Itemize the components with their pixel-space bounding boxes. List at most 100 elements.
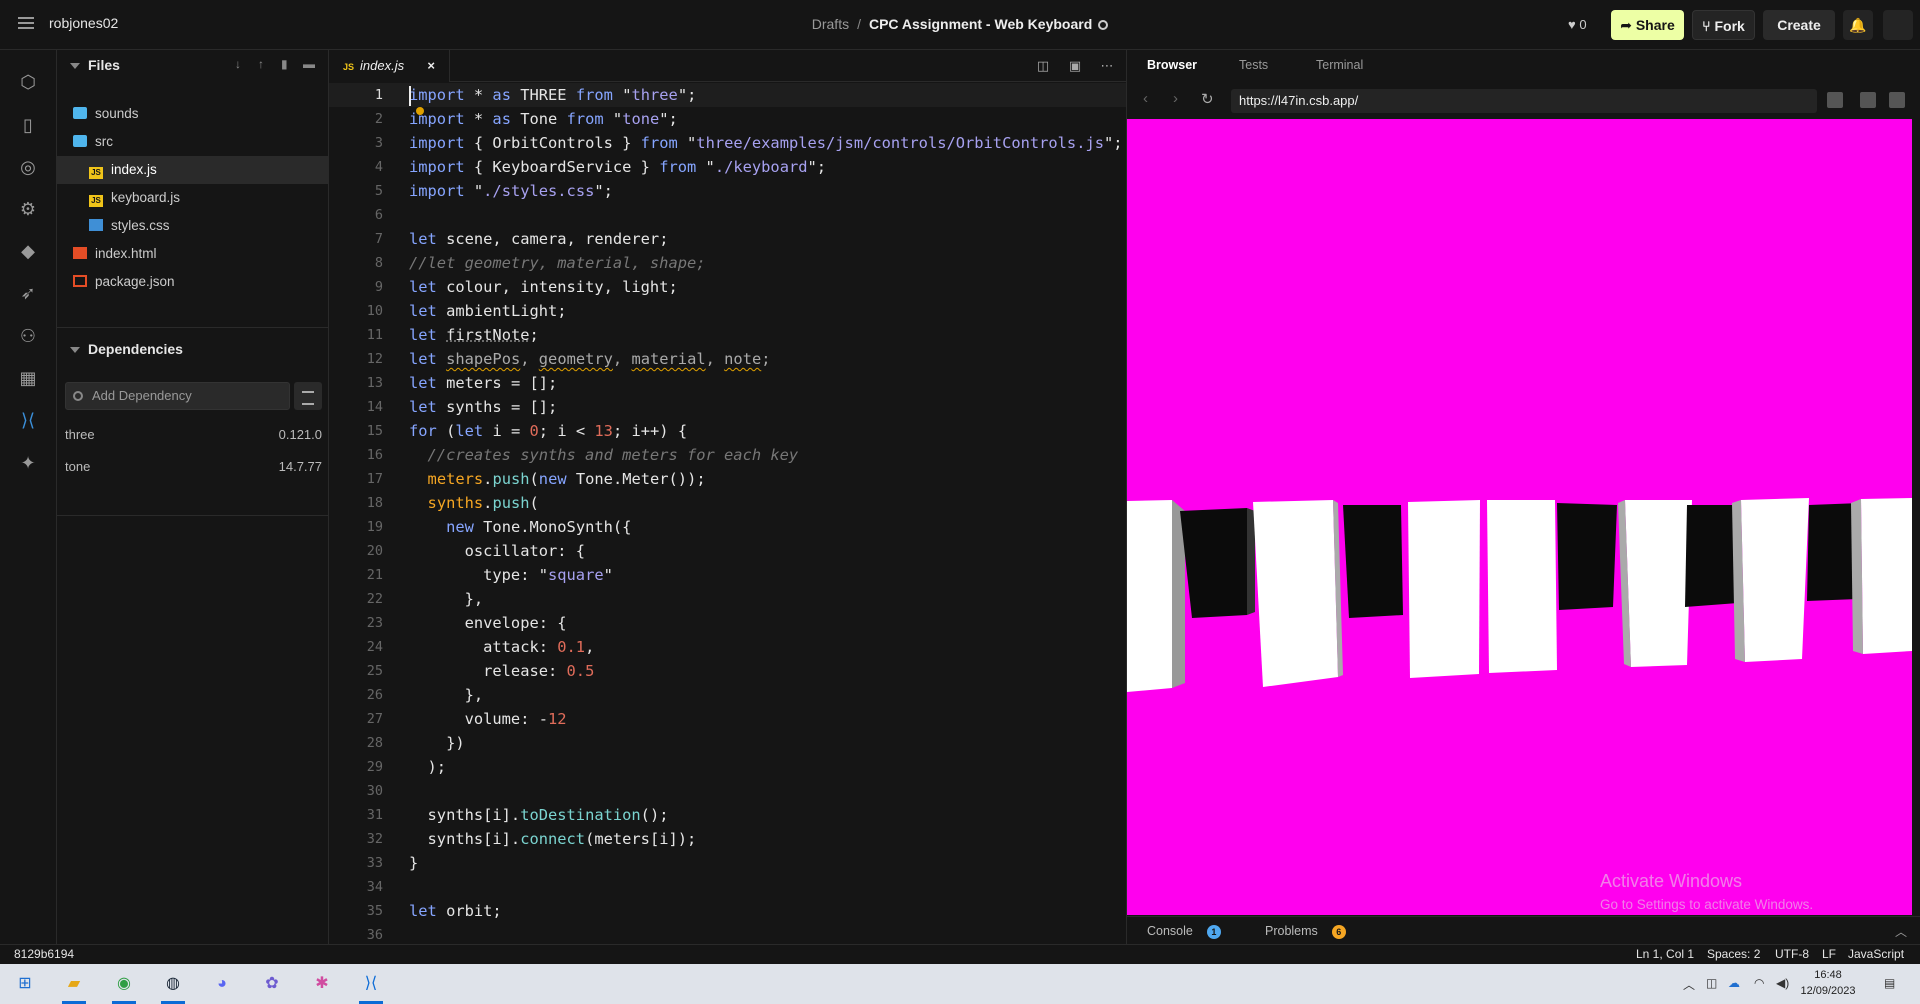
code-line[interactable]: 1 import * as THREE from "three"; — [329, 83, 1126, 107]
tray-icon[interactable]: ◫ — [1706, 976, 1717, 990]
line-ending[interactable]: LF — [1822, 945, 1836, 964]
app-icon[interactable]: ✿ — [257, 970, 287, 998]
username[interactable]: robjones02 — [49, 15, 118, 31]
code-line[interactable]: 16 //creates synths and meters for each … — [329, 443, 1126, 467]
code-line[interactable]: 22 }, — [329, 587, 1126, 611]
url-input[interactable]: https://l47in.csb.app/ — [1231, 89, 1817, 113]
volume-icon[interactable]: ◀) — [1776, 976, 1789, 990]
code-line[interactable]: 12 let shapePos, geometry, material, note… — [329, 347, 1126, 371]
dependency-row[interactable]: three 0.121.0 — [65, 423, 322, 447]
code-line[interactable]: 20 oscillator: { — [329, 539, 1126, 563]
code-line[interactable]: 4 import { KeyboardService } from "./keyb… — [329, 155, 1126, 179]
preview-icon[interactable]: ▣ — [1067, 58, 1083, 74]
code-line[interactable]: 36 — [329, 923, 1126, 944]
discord-icon[interactable]: ◕ — [207, 970, 237, 998]
dependency-row[interactable]: tone 14.7.77 — [65, 455, 322, 479]
more-icon[interactable]: ⋯ — [1099, 58, 1115, 74]
code-line[interactable]: 28 }) — [329, 731, 1126, 755]
app-icon[interactable]: ✱ — [307, 970, 337, 998]
new-file-icon[interactable]: ▮ — [281, 57, 288, 71]
refresh-icon[interactable]: ↻ — [1201, 90, 1214, 108]
dependencies-header[interactable]: Dependencies — [57, 327, 329, 363]
tab-console[interactable]: Console 1 — [1147, 924, 1221, 939]
tab-tests[interactable]: Tests — [1239, 58, 1268, 72]
gear-icon[interactable]: ⚙ — [17, 198, 39, 220]
devtools-icon[interactable] — [1827, 92, 1843, 108]
github-icon[interactable]: ◆ — [17, 240, 39, 262]
indentation[interactable]: Spaces: 2 — [1707, 945, 1760, 964]
code-line[interactable]: 35 let orbit; — [329, 899, 1126, 923]
fork-button[interactable]: ⑂ Fork — [1692, 10, 1755, 40]
sort-down-icon[interactable]: ↓ — [235, 57, 241, 71]
code-line[interactable]: 31 synths[i].toDestination(); — [329, 803, 1126, 827]
code-area[interactable]: 1 import * as THREE from "three"; 2 import… — [329, 83, 1126, 944]
code-line[interactable]: 9 let colour, intensity, light; — [329, 275, 1126, 299]
search-icon[interactable]: ◎ — [17, 156, 39, 178]
code-line[interactable]: 13 let meters = []; — [329, 371, 1126, 395]
sort-up-icon[interactable]: ↑ — [258, 57, 264, 71]
tab-index-js[interactable]: JS index.js × — [329, 50, 450, 82]
code-line[interactable]: 17 meters.push(new Tone.Meter()); — [329, 467, 1126, 491]
tab-problems[interactable]: Problems 6 — [1265, 924, 1346, 939]
file-explorer-icon[interactable]: ▰ — [59, 970, 89, 1004]
share-button[interactable]: ➦ Share — [1611, 10, 1684, 40]
users-icon[interactable]: ⚇ — [17, 325, 39, 347]
preview-canvas[interactable]: Activate Windows Go to Settings to activ… — [1127, 119, 1912, 915]
vscode-icon[interactable]: ⟩⟨ — [17, 409, 39, 431]
code-line[interactable]: 11 let firstNote; — [329, 323, 1126, 347]
back-icon[interactable]: ‹ — [1143, 90, 1148, 107]
code-line[interactable]: 24 attack: 0.1, — [329, 635, 1126, 659]
clock[interactable]: 16:48 12/09/2023 — [1798, 967, 1858, 999]
code-line[interactable]: 34 — [329, 875, 1126, 899]
code-line[interactable]: 30 — [329, 779, 1126, 803]
lightbulb-icon[interactable] — [416, 107, 424, 115]
menu-icon[interactable] — [18, 17, 34, 29]
code-line[interactable]: 7 let scene, camera, renderer; — [329, 227, 1126, 251]
dependency-menu-button[interactable] — [294, 382, 322, 410]
encoding[interactable]: UTF-8 — [1775, 945, 1809, 964]
tree-item-package-json[interactable]: package.json — [57, 268, 329, 296]
code-line[interactable]: 27 volume: -12 — [329, 707, 1126, 731]
code-line[interactable]: 2 import * as Tone from "tone"; — [329, 107, 1126, 131]
docker-icon[interactable]: ▦ — [17, 367, 39, 389]
rocket-icon[interactable]: ➶ — [17, 282, 39, 304]
split-view-icon[interactable]: ◫ — [1035, 58, 1051, 74]
chevron-up-icon[interactable]: ︿ — [1683, 976, 1695, 993]
code-line[interactable]: 23 envelope: { — [329, 611, 1126, 635]
language-mode[interactable]: JavaScript — [1848, 945, 1904, 964]
code-line[interactable]: 10 let ambientLight; — [329, 299, 1126, 323]
chevron-up-icon[interactable]: ︿ — [1895, 923, 1907, 940]
code-line[interactable]: 32 synths[i].connect(meters[i]); — [329, 827, 1126, 851]
code-line[interactable]: 3 import { OrbitControls } from "three/ex… — [329, 131, 1126, 155]
tab-browser[interactable]: Browser — [1147, 58, 1197, 72]
tab-terminal[interactable]: Terminal — [1316, 58, 1363, 72]
code-line[interactable]: 21 type: "square" — [329, 563, 1126, 587]
onedrive-icon[interactable]: ☁ — [1728, 976, 1740, 990]
close-icon[interactable]: × — [427, 50, 435, 82]
forward-icon[interactable]: › — [1173, 90, 1178, 107]
tree-item-sounds[interactable]: sounds — [57, 100, 329, 128]
tree-item-keyboard-js[interactable]: JS keyboard.js — [57, 184, 329, 212]
cube-icon[interactable]: ⬡ — [17, 71, 39, 93]
like-count[interactable]: ♥ 0 — [1568, 17, 1587, 32]
tree-item-index-js[interactable]: JS index.js — [57, 156, 329, 184]
tree-item-styles-css[interactable]: styles.css — [57, 212, 329, 240]
notification-icon[interactable]: ▤ — [1884, 976, 1895, 990]
user-menu-button[interactable] — [1883, 10, 1913, 40]
code-line[interactable]: 26 }, — [329, 683, 1126, 707]
windows-start-icon[interactable]: ⊞ — [10, 970, 40, 998]
chrome-icon[interactable]: ◉ — [109, 970, 139, 1004]
steam-icon[interactable]: ◍ — [158, 970, 188, 1004]
code-line[interactable]: 6 — [329, 203, 1126, 227]
code-line[interactable]: 33} — [329, 851, 1126, 875]
commit-hash[interactable]: 8129b6194 — [14, 945, 74, 964]
breadcrumb-drafts[interactable]: Drafts — [812, 16, 849, 32]
code-line[interactable]: 29 ); — [329, 755, 1126, 779]
code-line[interactable]: 25 release: 0.5 — [329, 659, 1126, 683]
create-button[interactable]: Create — [1763, 10, 1835, 40]
add-dependency-input[interactable]: Add Dependency — [65, 382, 290, 410]
open-window-icon[interactable] — [1860, 92, 1876, 108]
vscode-taskbar-icon[interactable]: ⟩⟨ — [356, 970, 386, 1004]
wifi-icon[interactable]: ◠ — [1754, 976, 1764, 990]
code-line[interactable]: 5 import "./styles.css"; — [329, 179, 1126, 203]
